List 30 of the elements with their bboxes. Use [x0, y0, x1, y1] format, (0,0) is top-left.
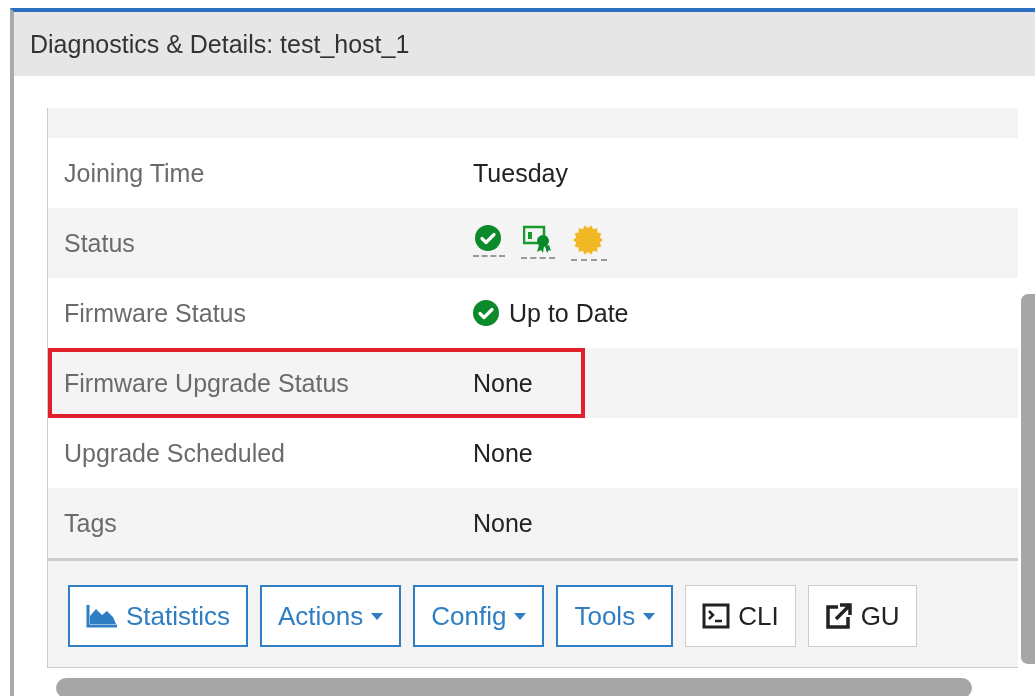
check-circle-icon [475, 225, 501, 251]
field-label: Joining Time [63, 158, 206, 188]
area-chart-icon [86, 604, 118, 628]
field-label: Tags [63, 508, 118, 538]
vertical-scrollbar[interactable] [1021, 294, 1035, 664]
field-value: None [473, 438, 533, 468]
dropdown-button[interactable]: Actions [260, 585, 402, 647]
field-label: Firmware Status [63, 298, 247, 328]
field-value: Tuesday [473, 158, 568, 188]
caret-icon [514, 612, 527, 620]
caret-icon [371, 612, 384, 620]
dropdown-button[interactable]: Tools [556, 585, 674, 647]
field-label: Upgrade Scheduled [63, 438, 286, 468]
field-value: Up to Date [509, 298, 629, 328]
toolbar-button[interactable]: Statistics [68, 585, 249, 647]
dropdown-button[interactable]: Config [413, 585, 545, 647]
terminal-icon [702, 603, 731, 629]
toolbar-button[interactable]: GU [807, 585, 917, 647]
caret-icon [643, 612, 656, 620]
field-label: Firmware Upgrade Status [63, 368, 350, 398]
external-link-icon [824, 602, 853, 630]
toolbar-button[interactable]: CLI [685, 585, 796, 647]
field-value: None [473, 368, 533, 398]
field-value: None [473, 508, 533, 538]
window-title: Diagnostics & Details: test_host_1 [14, 12, 1035, 76]
field-label: Status [63, 228, 136, 258]
seal-badge-icon [573, 225, 603, 255]
check-circle-icon [473, 300, 499, 326]
certificate-icon [523, 225, 551, 253]
horizontal-scrollbar[interactable] [56, 678, 972, 696]
